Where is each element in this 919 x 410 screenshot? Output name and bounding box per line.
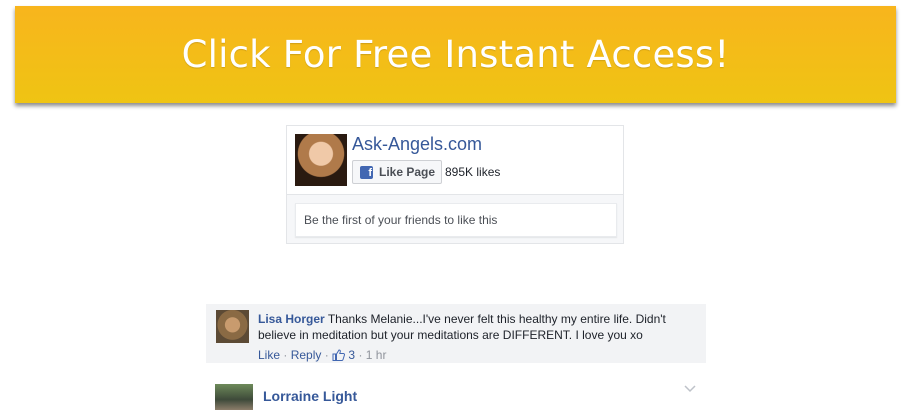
comment-like-link[interactable]: Like [258,348,280,362]
facebook-page-plugin: Ask-Angels.com f Like Page 895K likes Be… [286,125,624,244]
comment-timestamp[interactable]: 1 hr [366,348,387,362]
like-page-button[interactable]: f Like Page [352,160,442,184]
comment-body: Lisa Horger Thanks Melanie...I've never … [258,311,698,343]
separator-dot: · [283,348,291,362]
page-name-link[interactable]: Ask-Angels.com [352,134,482,155]
comment-actions: Like · Reply · 3 · 1 hr [258,348,386,364]
thumbs-up-icon[interactable] [332,349,346,364]
comment: Lisa Horger Thanks Melanie...I've never … [206,304,706,363]
free-access-button[interactable]: Click For Free Instant Access! [15,6,896,103]
separator-dot: · [358,348,366,362]
friends-like-text: Be the first of your friends to like thi… [295,203,617,237]
free-access-button-label: Click For Free Instant Access! [181,33,730,76]
like-page-label: Like Page [379,165,436,179]
chevron-down-icon[interactable] [684,385,696,393]
page-avatar[interactable] [295,134,347,186]
avatar[interactable] [215,384,253,410]
comment-author-link[interactable]: Lisa Horger [258,312,325,326]
facebook-icon: f [360,165,373,179]
comment-author-link[interactable]: Lorraine Light [263,388,357,404]
comment-reply-link[interactable]: Reply [291,348,322,362]
reaction-count[interactable]: 3 [348,348,355,362]
likes-count: 895K likes [445,165,501,179]
separator-dot: · [324,348,333,362]
facebook-page-header: Ask-Angels.com f Like Page 895K likes [287,126,623,195]
avatar[interactable] [216,310,249,343]
